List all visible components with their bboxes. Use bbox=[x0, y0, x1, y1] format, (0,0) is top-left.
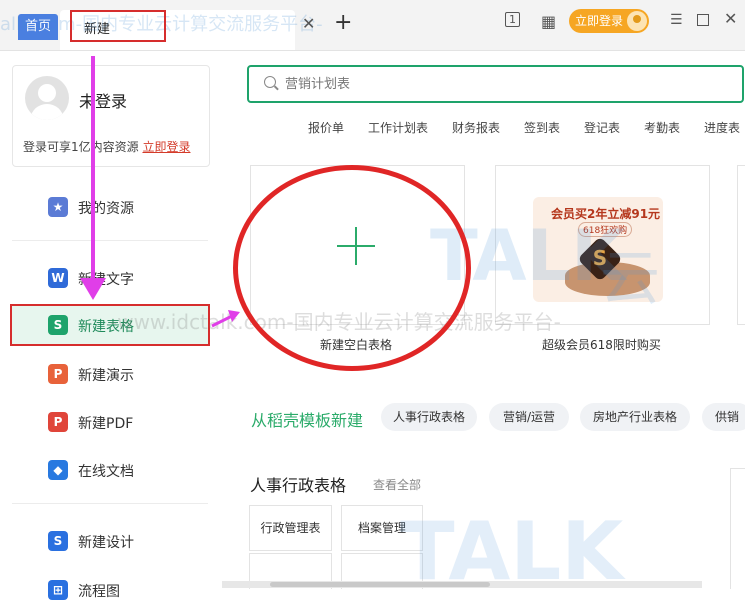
login-tip: 登录可享1亿内容资源 立即登录 bbox=[23, 138, 190, 155]
login-button[interactable]: 立即登录 bbox=[569, 9, 649, 33]
word-icon: W bbox=[48, 268, 68, 288]
presentation-icon: P bbox=[48, 364, 68, 384]
design-icon: S bbox=[48, 531, 68, 551]
chip-hr-admin[interactable]: 人事行政表格 bbox=[381, 403, 477, 431]
tab-home[interactable]: 首页 bbox=[18, 14, 58, 40]
user-name: 未登录 bbox=[79, 92, 128, 111]
sidebar-item-label: 新建设计 bbox=[78, 535, 134, 551]
sidebar-item-new-doc[interactable]: W 新建文字 bbox=[12, 258, 210, 298]
divider bbox=[12, 240, 208, 241]
sheet-icon: S bbox=[48, 315, 68, 335]
pdf-icon: P bbox=[48, 412, 68, 432]
add-tab-icon[interactable]: + bbox=[334, 10, 352, 35]
vip-promo-label: 超级会员618限时购买 bbox=[542, 338, 661, 352]
sidebar-item-online-doc[interactable]: ◆ 在线文档 bbox=[12, 450, 210, 490]
tab-highlight-box bbox=[70, 10, 166, 42]
user-avatar-icon bbox=[627, 11, 647, 31]
vip-banner-tag: 618狂欢购 bbox=[578, 222, 633, 237]
chip-supply[interactable]: 供销 bbox=[702, 403, 745, 431]
divider bbox=[12, 503, 208, 504]
scrollbar-thumb[interactable] bbox=[270, 582, 490, 587]
quick-link-work-plan[interactable]: 工作计划表 bbox=[368, 119, 428, 136]
quick-link-attendance[interactable]: 考勤表 bbox=[644, 119, 680, 136]
template-card-partial[interactable] bbox=[730, 468, 745, 589]
quick-link-quote[interactable]: 报价单 bbox=[308, 119, 344, 136]
chip-marketing[interactable]: 营销/运营 bbox=[489, 403, 569, 431]
next-card-partial[interactable] bbox=[737, 165, 745, 325]
sidebar-item-new-presentation[interactable]: P 新建演示 bbox=[12, 354, 210, 394]
chip-real-estate[interactable]: 房地产行业表格 bbox=[580, 403, 690, 431]
category-title: 人事行政表格 bbox=[250, 476, 347, 495]
sidebar-item-new-design[interactable]: S 新建设计 bbox=[12, 521, 210, 561]
search-box[interactable] bbox=[247, 65, 744, 103]
login-tip-text: 登录可享1亿内容资源 bbox=[23, 140, 139, 154]
sidebar-item-label: 我的资源 bbox=[78, 201, 134, 217]
sidebar-item-label: 流程图 bbox=[78, 584, 120, 600]
template-card-archive[interactable]: 档案管理 bbox=[341, 505, 423, 551]
quick-link-signin[interactable]: 签到表 bbox=[524, 119, 560, 136]
maximize-icon[interactable] bbox=[697, 14, 709, 26]
sidebar-item-new-pdf[interactable]: P 新建PDF bbox=[12, 402, 210, 442]
search-icon bbox=[264, 76, 276, 88]
sidebar-item-label: 新建文字 bbox=[78, 272, 134, 288]
template-heading: 从稻壳模板新建 bbox=[251, 411, 364, 430]
sidebar-item-label: 新建演示 bbox=[78, 368, 134, 384]
sidebar-item-label: 在线文档 bbox=[78, 464, 134, 480]
star-icon: ★ bbox=[48, 197, 68, 217]
annotation-circle bbox=[233, 165, 471, 371]
menu-icon[interactable]: ☰ bbox=[670, 12, 683, 28]
quick-link-register[interactable]: 登记表 bbox=[584, 119, 620, 136]
vip-banner-title: 会员买2年立减91元 bbox=[551, 207, 661, 221]
login-button-label: 立即登录 bbox=[575, 14, 624, 28]
sidebar-item-label: 新建PDF bbox=[78, 416, 134, 432]
vip-badge-letter: S bbox=[592, 246, 608, 270]
quick-link-finance[interactable]: 财务报表 bbox=[452, 119, 500, 136]
online-doc-icon: ◆ bbox=[48, 460, 68, 480]
sidebar-item-label: 新建表格 bbox=[78, 319, 134, 335]
quick-link-progress[interactable]: 进度表 bbox=[704, 119, 740, 136]
login-link[interactable]: 立即登录 bbox=[142, 140, 190, 154]
search-input[interactable] bbox=[285, 75, 725, 93]
arrow-right-head bbox=[228, 310, 240, 322]
flowchart-icon: ⊞ bbox=[48, 580, 68, 600]
sidebar-item-flowchart[interactable]: ⊞ 流程图 bbox=[12, 570, 210, 610]
avatar[interactable] bbox=[25, 76, 69, 120]
layout-icon[interactable]: 1 bbox=[505, 12, 520, 27]
sidebar-item-my-resources[interactable]: ★ 我的资源 bbox=[12, 187, 210, 227]
user-card: 未登录 登录可享1亿内容资源 立即登录 bbox=[12, 65, 210, 167]
close-window-icon[interactable]: ✕ bbox=[724, 9, 737, 28]
sidebar-item-new-sheet[interactable]: S 新建表格 bbox=[10, 304, 210, 346]
view-all-link[interactable]: 查看全部 bbox=[373, 476, 421, 493]
close-tab-icon[interactable]: ✕ bbox=[302, 14, 315, 33]
apps-grid-icon[interactable]: ▦ bbox=[541, 12, 556, 31]
template-card-admin[interactable]: 行政管理表 bbox=[249, 505, 332, 551]
